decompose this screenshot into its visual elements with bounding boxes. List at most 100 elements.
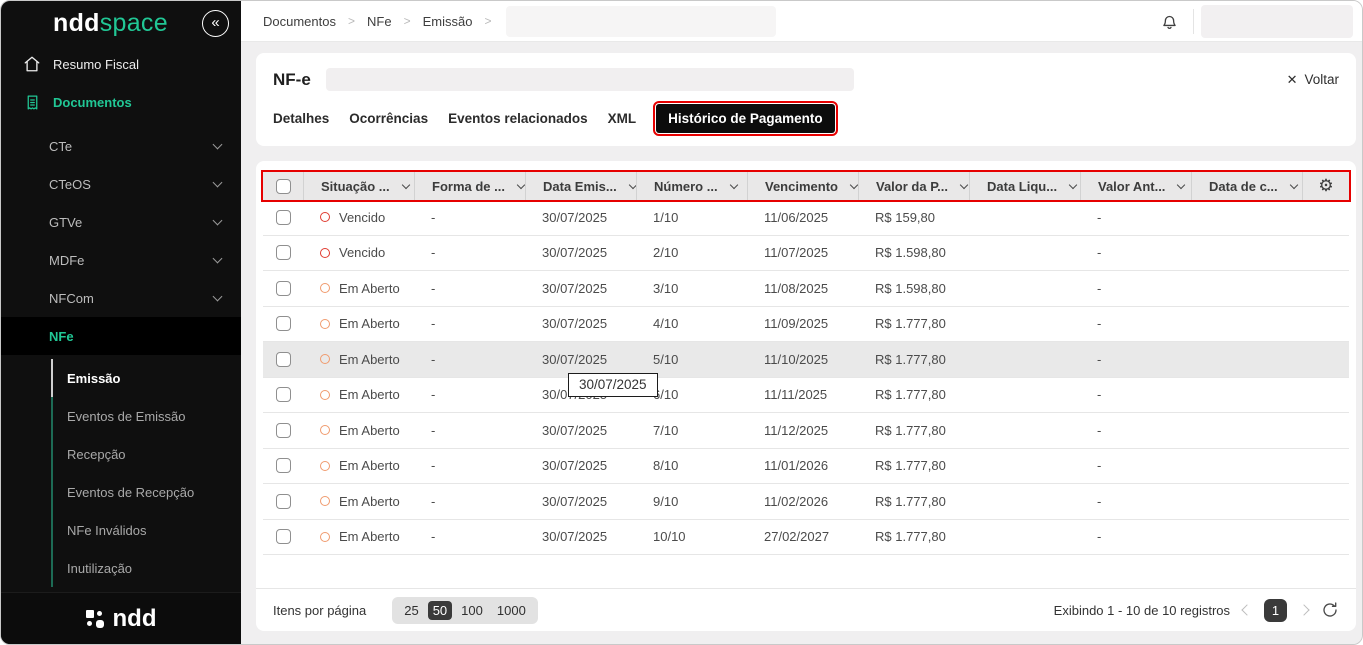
sidebar-subitem-nfe-inválidos[interactable]: NFe Inválidos — [51, 511, 241, 549]
table-row[interactable]: Em Aberto-30/07/202510/1027/02/2027R$ 1.… — [263, 520, 1349, 556]
sidebar-item-cte[interactable]: CTe — [1, 127, 241, 165]
breadcrumb-item[interactable]: Documentos — [263, 14, 336, 29]
row-checkbox-cell — [263, 245, 303, 260]
status-label: Em Aberto — [339, 352, 400, 367]
next-page-button[interactable] — [1298, 604, 1309, 615]
column-header-data-liqu[interactable]: Data Liqu... — [969, 172, 1080, 200]
select-all-checkbox[interactable] — [276, 179, 291, 194]
row-checkbox[interactable] — [276, 387, 291, 402]
sidebar-item-resumo-fiscal[interactable]: Resumo Fiscal — [1, 45, 241, 83]
column-header-label: Forma de ... — [432, 179, 505, 194]
table-row[interactable]: Em Aberto-30/07/20253/1011/08/2025R$ 1.5… — [263, 271, 1349, 307]
table-row[interactable]: Em Aberto-30/07/20256/1011/11/2025R$ 1.7… — [263, 378, 1349, 414]
user-menu-redacted[interactable] — [1201, 5, 1353, 38]
installment-number-cell: 9/10 — [636, 494, 747, 509]
row-checkbox-cell — [263, 458, 303, 473]
page-size-option-100[interactable]: 100 — [456, 601, 488, 620]
table-row[interactable]: Em Aberto-30/07/20258/1011/01/2026R$ 1.7… — [263, 449, 1349, 485]
row-checkbox[interactable] — [276, 316, 291, 331]
breadcrumb: Documentos>NFe>Emissão> — [263, 1, 491, 41]
tab-histórico-de-pagamento[interactable]: Histórico de Pagamento — [656, 104, 835, 133]
status-label: Em Aberto — [339, 494, 400, 509]
sidebar: nddspace « Resumo Fiscal Documentos CTeC… — [1, 1, 241, 644]
row-checkbox[interactable] — [276, 423, 291, 438]
sidebar-subitem-recepção[interactable]: Recepção — [51, 435, 241, 473]
breadcrumb-item[interactable]: Emissão — [423, 14, 473, 29]
anticipated-value-cell: - — [1080, 423, 1191, 438]
previous-page-button[interactable] — [1241, 604, 1252, 615]
table-row[interactable]: Em Aberto-30/07/20254/1011/09/2025R$ 1.7… — [263, 307, 1349, 343]
issue-date-cell: 30/07/2025 — [525, 352, 636, 367]
column-header-número[interactable]: Número ... — [636, 172, 747, 200]
page-size-option-1000[interactable]: 1000 — [492, 601, 531, 620]
table-row[interactable]: Vencido-30/07/20251/1011/06/2025R$ 159,8… — [263, 200, 1349, 236]
sidebar-item-mdfe[interactable]: MDFe — [1, 241, 241, 279]
due-date-cell: 11/10/2025 — [747, 352, 858, 367]
refresh-icon[interactable] — [1321, 601, 1339, 619]
sidebar-item-documentos[interactable]: Documentos — [1, 83, 241, 121]
installment-number-cell: 5/10 — [636, 352, 747, 367]
status-cell: Em Aberto — [303, 529, 414, 544]
ndd-logo-mark — [86, 610, 104, 628]
tab-xml[interactable]: XML — [608, 111, 637, 126]
due-date-cell: 11/02/2026 — [747, 494, 858, 509]
tab-eventos-relacionados[interactable]: Eventos relacionados — [448, 111, 588, 126]
row-checkbox[interactable] — [276, 458, 291, 473]
status-cell: Em Aberto — [303, 494, 414, 509]
sidebar-item-nfe[interactable]: NFe — [1, 317, 241, 355]
table-row[interactable]: Em Aberto-30/07/20259/1011/02/2026R$ 1.7… — [263, 484, 1349, 520]
column-header-forma-de[interactable]: Forma de ... — [414, 172, 525, 200]
page-size-option-25[interactable]: 25 — [399, 601, 423, 620]
sidebar-subitem-eventos-de-emissão[interactable]: Eventos de Emissão — [51, 397, 241, 435]
sidebar-collapse-button[interactable]: « — [202, 10, 229, 37]
back-button[interactable]: ✕ Voltar — [1287, 72, 1339, 88]
records-summary: Exibindo 1 - 10 de 10 registros — [1054, 603, 1230, 618]
row-checkbox[interactable] — [276, 529, 291, 544]
column-header-data-emis[interactable]: Data Emis... — [525, 172, 636, 200]
row-checkbox[interactable] — [276, 352, 291, 367]
column-header-data-de-c[interactable]: Data de c... — [1191, 172, 1302, 200]
row-checkbox[interactable] — [276, 245, 291, 260]
tab-ocorrências[interactable]: Ocorrências — [349, 111, 428, 126]
table-row[interactable]: Vencido-30/07/20252/1011/07/2025R$ 1.598… — [263, 236, 1349, 272]
due-date-cell: 11/07/2025 — [747, 245, 858, 260]
issue-date-cell: 30/07/2025 — [525, 281, 636, 296]
column-header-label: Data Emis... — [543, 179, 617, 194]
sidebar-subitem-emissão[interactable]: Emissão — [51, 359, 241, 397]
issue-date-cell: 30/07/2025 — [525, 316, 636, 331]
payment-method-cell: - — [414, 210, 525, 225]
page-size-option-50[interactable]: 50 — [428, 601, 452, 620]
sidebar-item-nfcom[interactable]: NFCom — [1, 279, 241, 317]
due-date-cell: 27/02/2027 — [747, 529, 858, 544]
sidebar-item-cteos[interactable]: CTeOS — [1, 165, 241, 203]
sort-chevron-icon — [401, 181, 409, 189]
installment-number-cell: 3/10 — [636, 281, 747, 296]
sidebar-subitem-inutilização[interactable]: Inutilização — [51, 549, 241, 587]
due-date-cell: 11/06/2025 — [747, 210, 858, 225]
row-checkbox[interactable] — [276, 210, 291, 225]
document-key-redacted — [326, 68, 854, 91]
sidebar-subitem-eventos-de-recepção[interactable]: Eventos de Recepção — [51, 473, 241, 511]
bell-icon[interactable] — [1159, 11, 1180, 32]
anticipated-value-cell: - — [1080, 494, 1191, 509]
status-cell: Em Aberto — [303, 352, 414, 367]
row-checkbox[interactable] — [276, 494, 291, 509]
table-row[interactable]: Em Aberto-30/07/20255/1011/10/2025R$ 1.7… — [263, 342, 1349, 378]
installment-number-cell: 2/10 — [636, 245, 747, 260]
sidebar-subitem-label: Eventos de Emissão — [67, 409, 186, 424]
issue-date-cell: 30/07/2025 — [525, 529, 636, 544]
tab-detalhes[interactable]: Detalhes — [273, 111, 329, 126]
table-row[interactable]: Em Aberto-30/07/20257/1011/12/2025R$ 1.7… — [263, 413, 1349, 449]
gear-icon[interactable]: ⚙ — [1318, 176, 1333, 196]
column-header-valor-ant[interactable]: Valor Ant... — [1080, 172, 1191, 200]
column-header-situação[interactable]: Situação ... — [303, 172, 414, 200]
column-header-valor-da-p[interactable]: Valor da P... — [858, 172, 969, 200]
installment-value-cell: R$ 1.598,80 — [858, 281, 969, 296]
installment-number-cell: 8/10 — [636, 458, 747, 473]
row-checkbox[interactable] — [276, 281, 291, 296]
sidebar-item-gtve[interactable]: GTVe — [1, 203, 241, 241]
breadcrumb-item[interactable]: NFe — [367, 14, 392, 29]
issue-date-cell: 30/07/2025 — [525, 245, 636, 260]
current-page-button[interactable]: 1 — [1264, 599, 1287, 622]
column-header-vencimento[interactable]: Vencimento — [747, 172, 858, 200]
